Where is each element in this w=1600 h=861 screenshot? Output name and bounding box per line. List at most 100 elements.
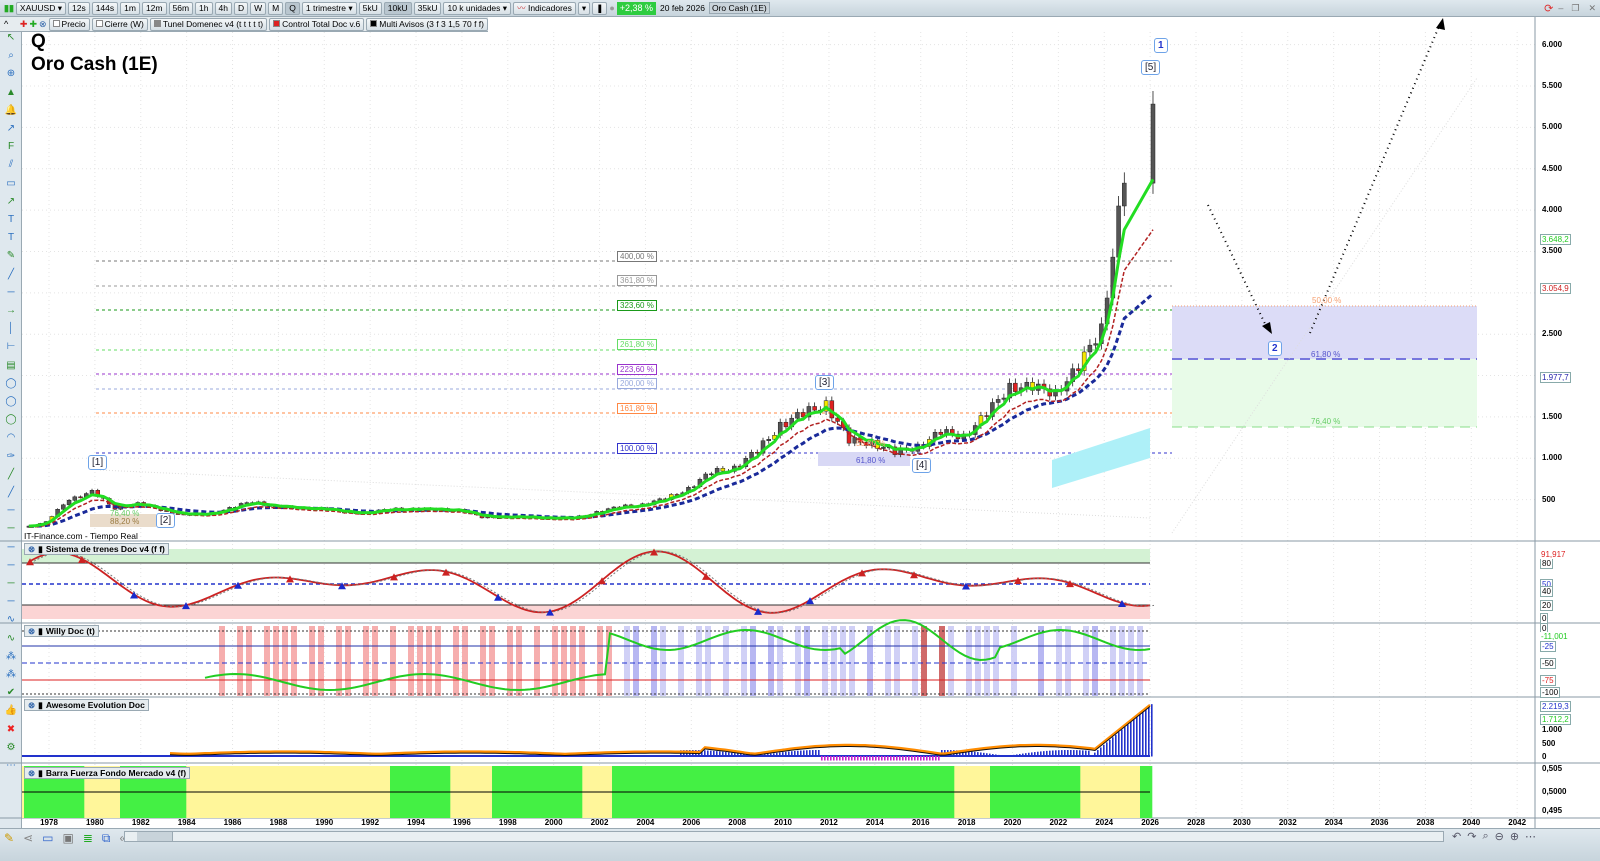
- willy-band: [408, 626, 414, 696]
- panel-settings-icon[interactable]: ▮: [38, 544, 43, 554]
- histogram-bar: [983, 752, 985, 757]
- overbought-zone: [22, 549, 1150, 563]
- histogram-bar: [794, 750, 796, 757]
- histogram-bar: [845, 756, 847, 761]
- panel-tick: -50: [1540, 658, 1556, 669]
- histogram-bar: [803, 750, 805, 757]
- willy-band: [1011, 626, 1017, 696]
- indicator-panel-header[interactable]: ⊗ ▮ Willy Doc (t): [24, 625, 99, 637]
- histogram-bar: [716, 751, 718, 757]
- histogram-bar: [761, 754, 763, 757]
- close-panel-icon[interactable]: ⊗: [28, 700, 35, 710]
- zoom-out-icon[interactable]: ⊖: [1495, 830, 1504, 843]
- histogram-bar: [1067, 750, 1069, 757]
- histogram-bar: [755, 755, 757, 757]
- panel-settings-icon[interactable]: ▮: [38, 768, 43, 778]
- price-tick: 4.500: [1542, 163, 1563, 173]
- histogram-bar: [1076, 750, 1078, 757]
- willy-band: [939, 626, 945, 696]
- willy-band: [219, 626, 225, 696]
- chat-icon[interactable]: ▭: [42, 831, 53, 846]
- histogram-bar: [869, 756, 871, 761]
- histogram-bar: [1121, 729, 1123, 757]
- close-panel-icon[interactable]: ⊗: [28, 768, 35, 778]
- histogram-bar: [1118, 732, 1120, 757]
- windows-icon[interactable]: ⧉: [102, 831, 111, 846]
- willy-band: [975, 626, 981, 696]
- willy-band: [516, 626, 522, 696]
- histogram-bar: [893, 756, 895, 761]
- year-tick: 2002: [590, 818, 609, 827]
- wave-label[interactable]: [3]: [815, 375, 835, 390]
- willy-band: [345, 626, 351, 696]
- willy-band: [489, 626, 495, 696]
- indicator-panel-header[interactable]: ⊗ ▮ Sistema de trenes Doc v4 (f f): [24, 543, 169, 555]
- undo-icon[interactable]: ↶: [1452, 830, 1461, 843]
- willy-band: [804, 626, 810, 696]
- panel-settings-icon[interactable]: ▮: [38, 700, 43, 710]
- year-tick: 1990: [315, 818, 334, 827]
- histogram-bar: [764, 754, 766, 757]
- histogram-bar: [860, 756, 862, 761]
- price-tick: 500: [1542, 494, 1556, 504]
- share-icon[interactable]: ⋖: [23, 831, 33, 846]
- candle: [1122, 182, 1127, 207]
- close-panel-icon[interactable]: ⊗: [28, 544, 35, 554]
- histogram-bar: [1079, 750, 1081, 757]
- histogram-bar: [842, 756, 844, 761]
- panel-badge: 91,917: [1540, 550, 1567, 559]
- retrace-label: 61,80 %: [1311, 350, 1341, 359]
- wave-label[interactable]: [1]: [88, 455, 108, 470]
- histogram-bar: [713, 750, 715, 757]
- willy-band: [921, 626, 927, 696]
- redo-icon[interactable]: ↷: [1467, 830, 1476, 843]
- price-tick: 1.500: [1542, 411, 1563, 421]
- zoom-fit-icon[interactable]: ⌕: [1482, 830, 1488, 843]
- histogram-bar: [818, 750, 820, 757]
- willy-band: [462, 626, 468, 696]
- candle: [1013, 382, 1018, 392]
- histogram-bar: [920, 756, 922, 761]
- histogram-bar: [995, 754, 997, 757]
- histogram-bar: [830, 756, 832, 761]
- year-tick: 1984: [177, 818, 196, 827]
- retrace-label: 76,40 %: [1311, 417, 1341, 426]
- panel-settings-icon[interactable]: ▮: [38, 626, 43, 636]
- willy-band: [597, 626, 603, 696]
- scrollbar-thumb[interactable]: [137, 832, 173, 841]
- price-chart[interactable]: [0, 0, 1600, 861]
- histogram-bar: [863, 756, 865, 761]
- willy-band: [660, 626, 666, 696]
- more-icon[interactable]: ⋯: [1525, 830, 1536, 843]
- histogram-bar: [821, 756, 823, 761]
- retrace-label: 50,00 %: [856, 439, 886, 448]
- year-tick: 1978: [40, 818, 58, 827]
- zoom-in-icon[interactable]: ⊕: [1510, 830, 1519, 843]
- wave-label[interactable]: [5]: [1141, 60, 1161, 75]
- histogram-bar: [1043, 751, 1045, 757]
- willy-band: [633, 626, 639, 696]
- indicator-list-icon[interactable]: ≣: [83, 831, 93, 846]
- chart-title: Oro Cash (1E): [31, 54, 158, 75]
- histogram-bar: [881, 756, 883, 761]
- histogram-bar: [1136, 716, 1138, 757]
- indicator-panel-header[interactable]: ⊗ ▮ Awesome Evolution Doc: [24, 699, 149, 711]
- wave-label[interactable]: [4]: [912, 458, 932, 473]
- close-panel-icon[interactable]: ⊗: [28, 626, 35, 636]
- year-tick: 2038: [1416, 818, 1435, 827]
- wave-label[interactable]: 2: [1268, 341, 1282, 356]
- willy-band: [1137, 626, 1143, 696]
- histogram-bar: [935, 756, 937, 761]
- histogram-bar: [1019, 753, 1021, 757]
- wave-label[interactable]: 1: [1154, 38, 1168, 53]
- histogram-bar: [1052, 750, 1054, 757]
- year-tick: 1988: [269, 818, 288, 827]
- indicator-panel-header[interactable]: ⊗ ▮ Barra Fuerza Fondo Mercado v4 (f): [24, 767, 191, 779]
- horizontal-scrollbar[interactable]: [124, 831, 1444, 842]
- fib-label: 100,00 %: [617, 443, 657, 454]
- wave-label[interactable]: [2]: [156, 513, 176, 528]
- template-icon[interactable]: ▣: [62, 831, 73, 846]
- willy-band: [840, 626, 846, 696]
- draw-pencil-icon[interactable]: ✎: [4, 831, 14, 846]
- year-tick: 2042: [1508, 818, 1527, 827]
